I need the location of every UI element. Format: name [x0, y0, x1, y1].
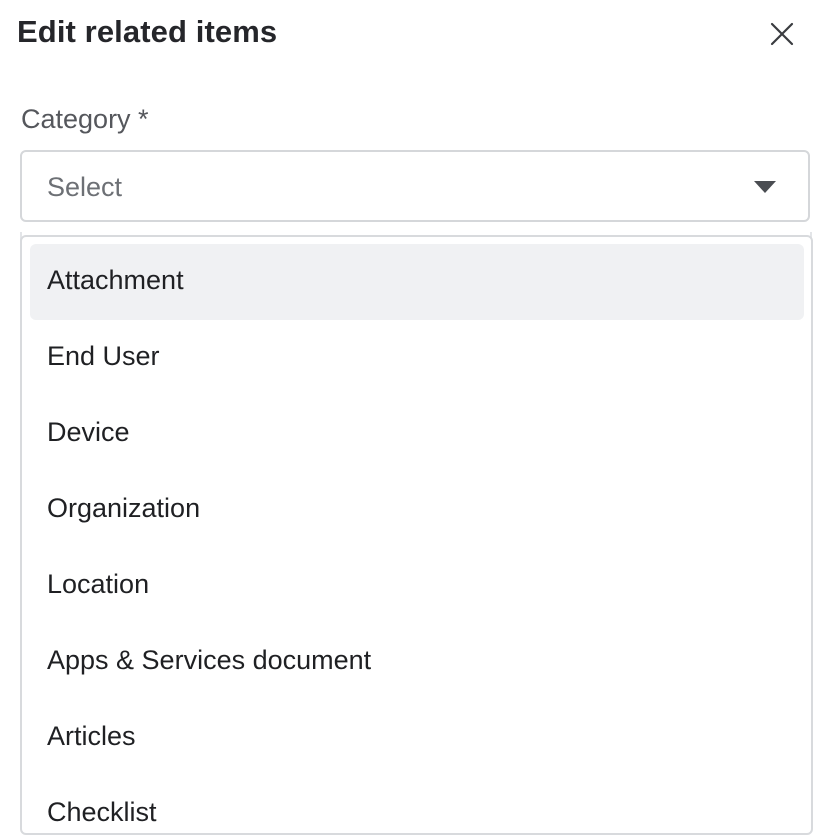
dropdown-option-attachment[interactable]: Attachment	[30, 244, 804, 320]
dialog-title: Edit related items	[17, 14, 278, 49]
dropdown-option-label: Articles	[47, 721, 136, 751]
category-label: Category *	[21, 104, 149, 134]
dropdown-option-device[interactable]: Device	[30, 396, 804, 472]
dropdown-option-label: Organization	[47, 493, 201, 523]
dropdown-option-organization[interactable]: Organization	[30, 472, 804, 548]
edit-related-items-dialog: Edit related items Category * Select Att…	[0, 0, 824, 840]
dropdown-option-location[interactable]: Location	[30, 548, 804, 624]
dropdown-option-label: End User	[47, 341, 160, 371]
category-select-placeholder: Select	[47, 172, 123, 202]
dropdown-option-label: Device	[47, 417, 130, 447]
category-dropdown-list: Attachment End User Device Organization …	[20, 235, 813, 835]
close-button[interactable]	[764, 16, 800, 52]
dropdown-option-checklist[interactable]: Checklist	[30, 776, 804, 833]
dropdown-option-articles[interactable]: Articles	[30, 700, 804, 776]
dropdown-option-apps-services-document[interactable]: Apps & Services document	[30, 624, 804, 700]
dropdown-option-label: Location	[47, 569, 150, 599]
dropdown-option-label: Attachment	[47, 265, 184, 295]
dropdown-option-end-user[interactable]: End User	[30, 320, 804, 396]
category-select[interactable]: Select	[20, 150, 810, 222]
close-icon	[770, 22, 794, 46]
caret-down-icon	[754, 181, 776, 193]
dropdown-option-label: Checklist	[47, 797, 157, 827]
dropdown-option-label: Apps & Services document	[47, 645, 372, 675]
